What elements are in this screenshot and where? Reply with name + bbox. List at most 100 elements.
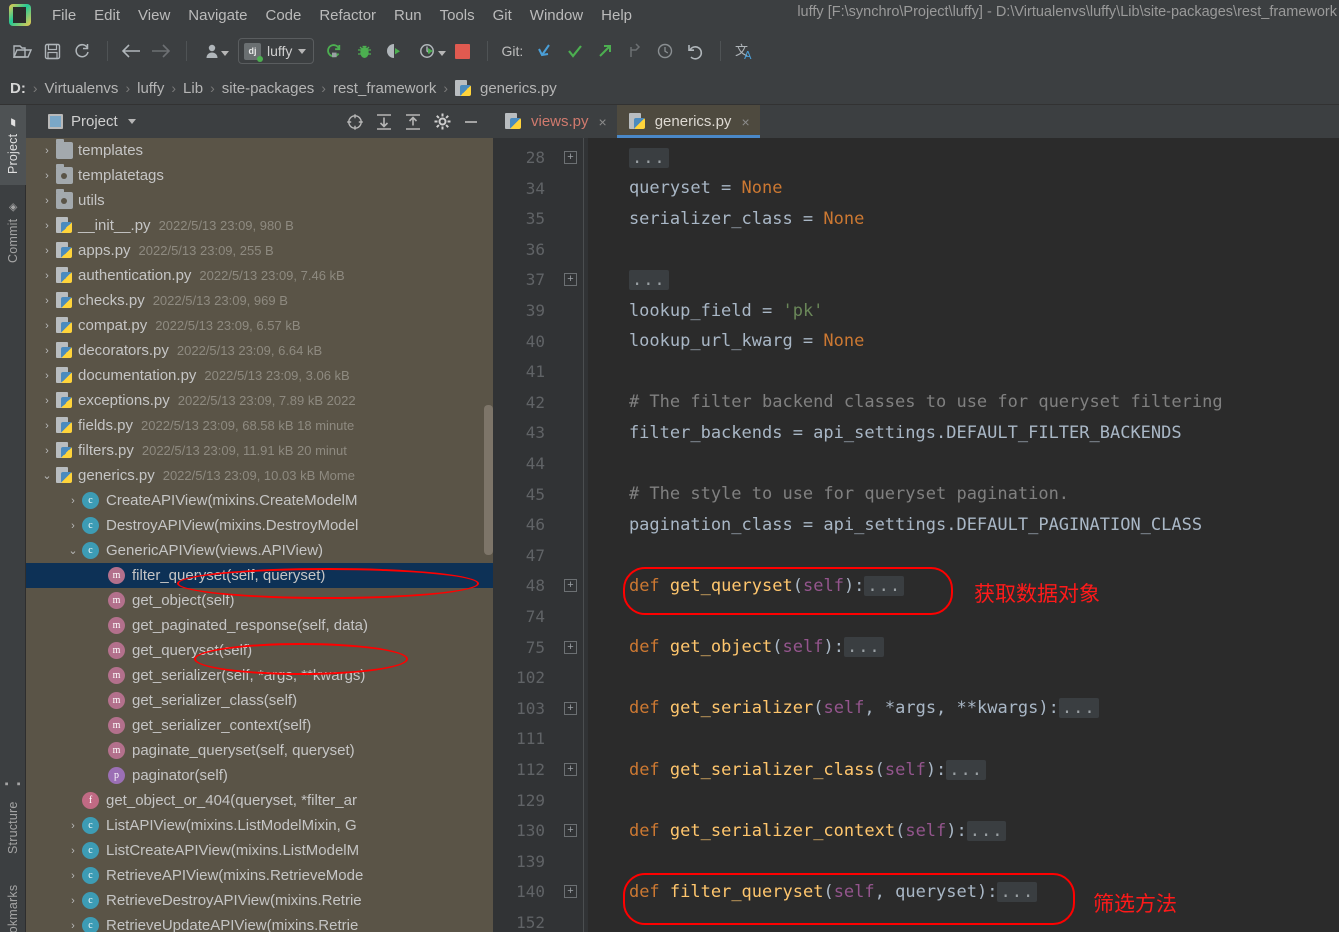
code-line[interactable]: serializer_class = None (588, 203, 864, 234)
code-editor[interactable]: 28 + ... 34 queryset = None 35 serializer_c… (493, 138, 1339, 932)
fold-expand-icon[interactable]: + (564, 273, 577, 287)
chevron-right-icon[interactable]: › (64, 495, 82, 507)
code-line[interactable]: ... (588, 142, 669, 173)
chevron-right-icon[interactable]: › (64, 870, 82, 882)
git-branch-icon[interactable] (621, 38, 649, 64)
tree-row[interactable]: › c RetrieveUpdateAPIView(mixins.Retrie (26, 913, 493, 932)
tree-row[interactable]: › c RetrieveDestroyAPIView(mixins.Retrie (26, 888, 493, 913)
tree-row[interactable]: p paginator(self) (26, 763, 493, 788)
code-line[interactable]: def filter_queryset(self, queryset):... (588, 876, 1038, 907)
chevron-right-icon[interactable]: › (38, 445, 56, 457)
tree-row[interactable]: m get_serializer_class(self) (26, 688, 493, 713)
tree-row[interactable]: › compat.py 2022/5/13 23:09, 6.57 kB (26, 313, 493, 338)
tree-row[interactable]: m filter_queryset(self, queryset) (26, 563, 493, 588)
tree-row[interactable]: › c DestroyAPIView(mixins.DestroyModel (26, 513, 493, 538)
fold-expand-icon[interactable]: + (564, 579, 577, 593)
code-line[interactable]: pagination_class = api_settings.DEFAULT_… (588, 509, 1202, 540)
chevron-down-icon[interactable] (298, 48, 307, 54)
menu-view[interactable]: View (129, 5, 179, 26)
chevron-down-icon[interactable] (127, 119, 136, 124)
tree-row[interactable]: › apps.py 2022/5/13 23:09, 255 B (26, 238, 493, 263)
menu-file[interactable]: File (43, 5, 85, 26)
tree-row[interactable]: m get_paginated_response(self, data) (26, 613, 493, 638)
chevron-right-icon[interactable]: › (38, 195, 56, 207)
menu-git[interactable]: Git (484, 5, 521, 26)
tree-row[interactable]: › filters.py 2022/5/13 23:09, 11.91 kB 20 … (26, 438, 493, 463)
code-line[interactable]: def get_serializer_context(self):... (588, 815, 1007, 846)
chevron-right-icon[interactable]: › (64, 845, 82, 857)
translate-icon[interactable]: 文A (730, 38, 758, 64)
tree-row[interactable]: › c ListCreateAPIView(mixins.ListModelM (26, 838, 493, 863)
run-with-coverage-icon[interactable] (380, 38, 408, 64)
tree-row[interactable]: › exceptions.py 2022/5/13 23:09, 7.89 kB 2… (26, 388, 493, 413)
breadcrumb-item-luffy[interactable]: luffy (137, 80, 164, 97)
chevron-right-icon[interactable]: › (64, 820, 82, 832)
user-profile-icon[interactable] (196, 38, 230, 64)
refresh-icon[interactable] (68, 38, 96, 64)
code-line[interactable]: lookup_url_kwarg = None (588, 326, 864, 357)
code-line[interactable]: # The filter backend classes to use for … (588, 387, 1223, 418)
menu-help[interactable]: Help (592, 5, 641, 26)
breadcrumb-item-virtualenvs[interactable]: Virtualenvs (45, 80, 119, 97)
fold-expand-icon[interactable]: + (564, 151, 577, 164)
close-icon[interactable]: × (599, 114, 607, 130)
fold-expand-icon[interactable]: + (564, 824, 577, 838)
tree-row[interactable]: › c RetrieveAPIView(mixins.RetrieveMode (26, 863, 493, 888)
breadcrumb-item-lib[interactable]: Lib (183, 80, 203, 97)
tree-row[interactable]: ⌄ c GenericAPIView(views.APIView) (26, 538, 493, 563)
code-line[interactable]: def get_object(self):... (588, 632, 884, 663)
profiler-icon[interactable] (410, 38, 447, 64)
menu-window[interactable]: Window (521, 5, 592, 26)
tree-row[interactable]: › decorators.py 2022/5/13 23:09, 6.64 kB (26, 338, 493, 363)
menu-code[interactable]: Code (256, 5, 310, 26)
chevron-right-icon[interactable]: › (64, 520, 82, 532)
fold-expand-icon[interactable]: + (564, 885, 577, 899)
tree-row[interactable]: › c ListAPIView(mixins.ListModelMixin, G (26, 813, 493, 838)
code-line[interactable]: queryset = None (588, 173, 783, 204)
tab-views-py[interactable]: views.py × (493, 105, 617, 138)
git-push-icon[interactable] (591, 38, 619, 64)
code-line[interactable]: def get_queryset(self):... (588, 570, 905, 601)
chevron-right-icon[interactable]: › (38, 395, 56, 407)
code-line[interactable]: def get_serializer_class(self):... (588, 754, 987, 785)
editor-scrollbar[interactable] (1330, 138, 1339, 932)
tree-row[interactable]: › documentation.py 2022/5/13 23:09, 3.06 k… (26, 363, 493, 388)
menu-run[interactable]: Run (385, 5, 431, 26)
debug-bug-icon[interactable] (350, 38, 378, 64)
breadcrumb-item-site-packages[interactable]: site-packages (222, 80, 315, 97)
collapse-all-icon[interactable] (403, 112, 423, 132)
arrow-right-icon[interactable] (147, 38, 175, 64)
code-line[interactable]: filter_backends = api_settings.DEFAULT_F… (588, 417, 1182, 448)
undo-icon[interactable] (681, 38, 709, 64)
menu-tools[interactable]: Tools (431, 5, 484, 26)
chevron-right-icon[interactable]: › (38, 295, 56, 307)
code-line[interactable]: ... (588, 264, 669, 295)
close-icon[interactable]: × (741, 114, 749, 130)
code-line[interactable]: def get_serializer(self, *args, **kwargs… (588, 693, 1099, 724)
chevron-right-icon[interactable]: › (64, 920, 82, 932)
breadcrumb-item-rest-framework[interactable]: rest_framework (333, 80, 436, 97)
git-update-icon[interactable] (531, 38, 559, 64)
tree-row[interactable]: › c CreateAPIView(mixins.CreateModelM (26, 488, 493, 513)
run-configuration-selector[interactable]: dj luffy (238, 38, 315, 64)
code-line[interactable]: lookup_field = 'pk' (588, 295, 823, 326)
tree-row[interactable]: m get_object(self) (26, 588, 493, 613)
chevron-right-icon[interactable]: › (38, 220, 56, 232)
chevron-down-icon[interactable] (221, 51, 229, 56)
git-commit-check-icon[interactable] (561, 38, 589, 64)
select-opened-file-icon[interactable] (345, 112, 365, 132)
sidebar-item-structure[interactable]: Structure ▪▪ (0, 765, 26, 861)
tree-row[interactable]: › fields.py 2022/5/13 23:09, 68.58 kB 18 m… (26, 413, 493, 438)
chevron-right-icon[interactable]: › (64, 895, 82, 907)
chevron-right-icon[interactable]: › (38, 145, 56, 157)
chevron-down-icon[interactable]: ⌄ (64, 544, 82, 557)
menu-refactor[interactable]: Refactor (310, 5, 385, 26)
tree-row[interactable]: › templates (26, 138, 493, 163)
chevron-right-icon[interactable]: › (38, 170, 56, 182)
stop-icon[interactable] (448, 38, 476, 64)
sidebar-item-project[interactable]: Project ▰ (0, 105, 26, 185)
fold-expand-icon[interactable]: + (564, 640, 577, 654)
arrow-left-icon[interactable] (117, 38, 145, 64)
chevron-right-icon[interactable]: › (38, 420, 56, 432)
tree-row[interactable]: f get_object_or_404(queryset, *filter_ar (26, 788, 493, 813)
